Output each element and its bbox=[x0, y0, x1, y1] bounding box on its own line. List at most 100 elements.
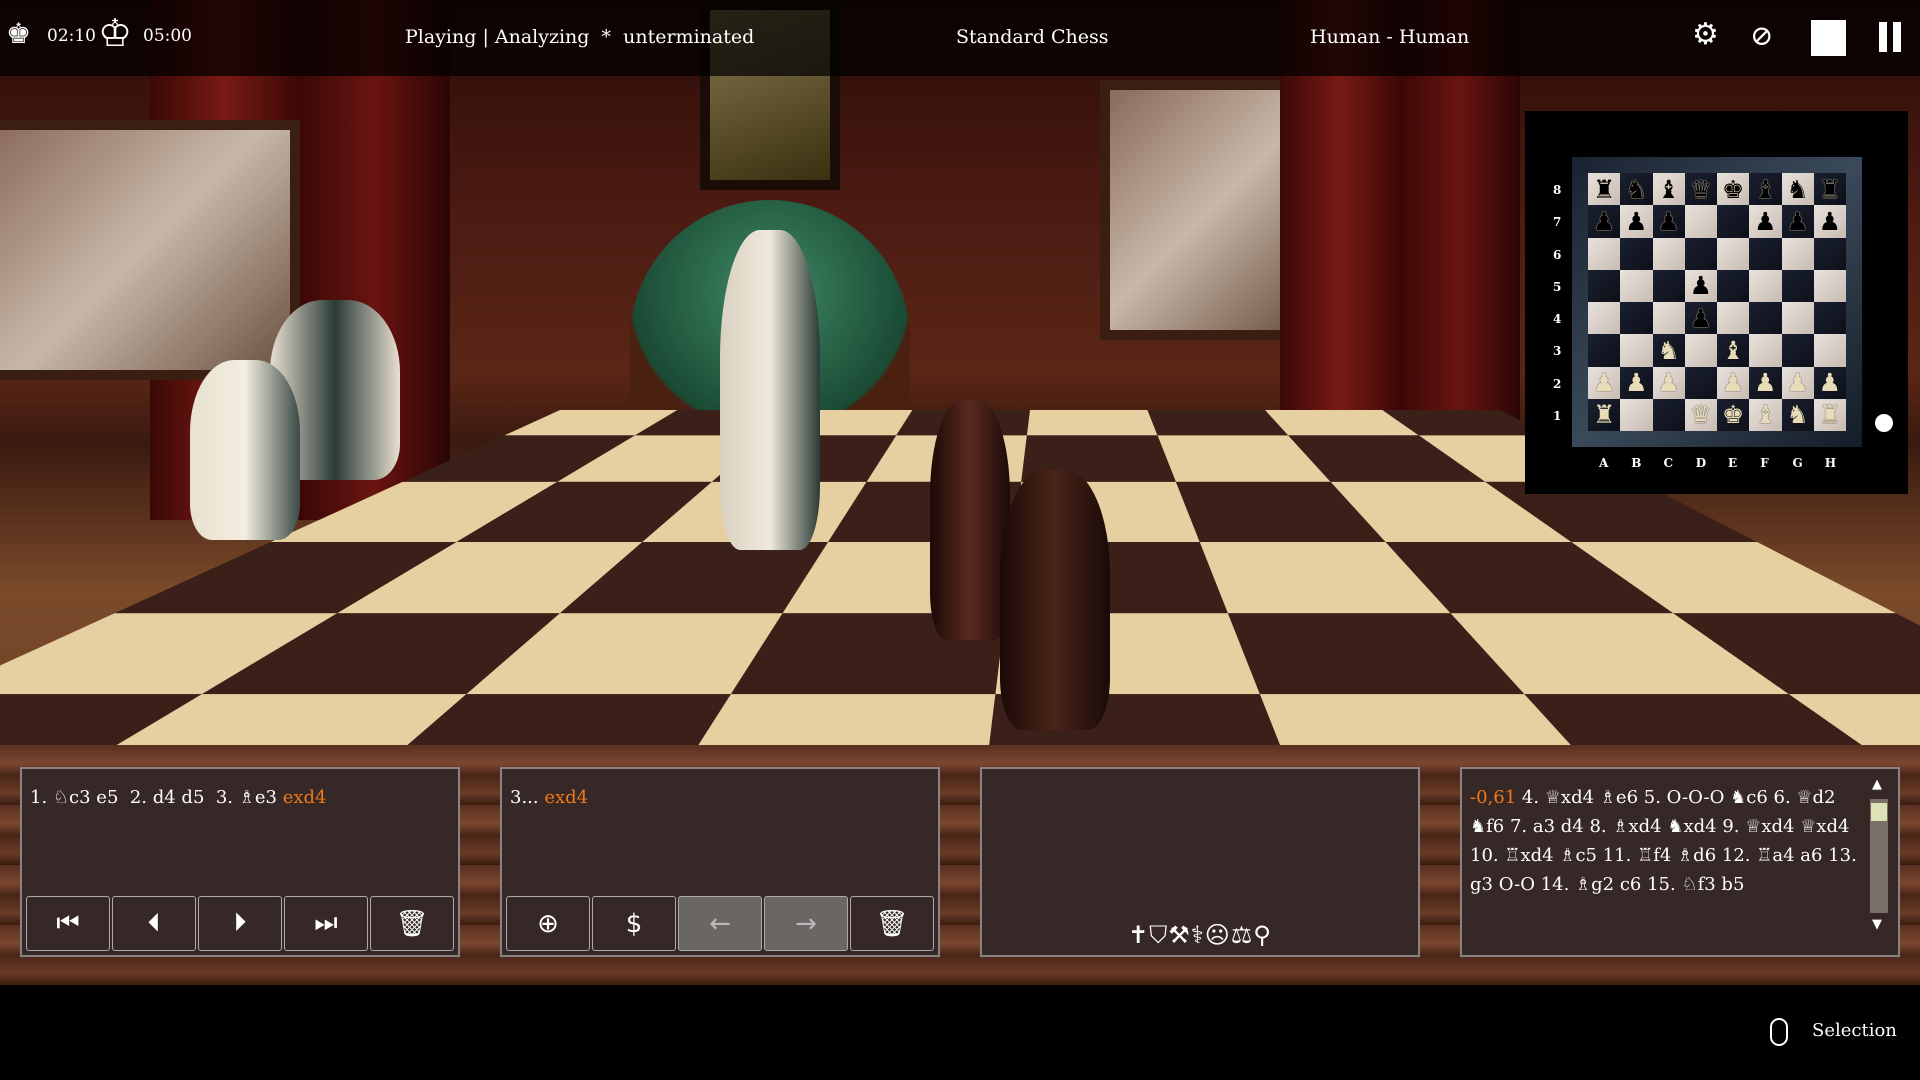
white-pawn-icon[interactable]: ♟ bbox=[1754, 370, 1776, 395]
square-e4[interactable] bbox=[1717, 302, 1750, 335]
square-e7[interactable] bbox=[1717, 205, 1750, 238]
square-d7[interactable] bbox=[1684, 205, 1717, 238]
white-rook-icon[interactable]: ♜ bbox=[1819, 402, 1841, 427]
black-pawn-icon[interactable]: ♟ bbox=[1786, 209, 1808, 234]
hide-view-icon[interactable]: ⊘ bbox=[1750, 22, 1773, 50]
white-pawn-3d[interactable] bbox=[190, 360, 300, 540]
scroll-down-icon[interactable]: ▼ bbox=[1872, 917, 1882, 932]
comment-forward-button[interactable]: → bbox=[764, 896, 848, 951]
square-d5[interactable]: ♟ bbox=[1684, 269, 1717, 302]
minimap-board[interactable]: ♜ ♞ ♝ ♛ ♚ ♝ ♞ ♜ ♟ ♟ ♟ ♟ ♟ ♟ ♟ ♟ ♞ ♝ ♟ ♟ ♟ ♟ ♟ ♟ ♟ ♜ ♛ ♚ ♝ ♞ ♜ bbox=[1588, 173, 1846, 431]
analysis-line[interactable]: -0,61 4. ♕xd4 ♗e6 5. O-O-O ♞c6 6. ♕d2 ♞f… bbox=[1470, 783, 1858, 899]
square-f5[interactable] bbox=[1749, 269, 1782, 302]
gear-icon[interactable]: ⚙ bbox=[1692, 20, 1719, 50]
white-king-icon[interactable]: ♚ bbox=[1722, 402, 1744, 427]
square-d8[interactable]: ♛ bbox=[1684, 173, 1717, 206]
square-a2[interactable]: ♟ bbox=[1588, 366, 1621, 399]
square-c1[interactable] bbox=[1652, 398, 1685, 431]
square-c6[interactable] bbox=[1652, 237, 1685, 270]
square-f7[interactable]: ♟ bbox=[1749, 205, 1782, 238]
square-b6[interactable] bbox=[1620, 237, 1653, 270]
white-pawn-icon[interactable]: ♟ bbox=[1593, 370, 1615, 395]
black-pawn-icon[interactable]: ♟ bbox=[1819, 209, 1841, 234]
white-pawn-icon[interactable]: ♟ bbox=[1786, 370, 1808, 395]
square-e5[interactable] bbox=[1717, 269, 1750, 302]
white-square-icon[interactable] bbox=[1811, 20, 1846, 56]
black-pawn-icon[interactable]: ♟ bbox=[1593, 209, 1615, 234]
comment-text[interactable]: 3... exd4 bbox=[510, 783, 898, 812]
black-rook-icon[interactable]: ♜ bbox=[1819, 177, 1841, 202]
square-a3[interactable] bbox=[1588, 334, 1621, 367]
board-square[interactable] bbox=[1026, 410, 1158, 436]
black-knight-icon[interactable]: ♞ bbox=[1786, 177, 1808, 202]
black-bishop-icon[interactable]: ♝ bbox=[1657, 177, 1679, 202]
square-a7[interactable]: ♟ bbox=[1588, 205, 1621, 238]
white-rook-icon[interactable]: ♜ bbox=[1593, 402, 1615, 427]
first-move-button[interactable]: ⏮ bbox=[26, 896, 110, 951]
square-f1[interactable]: ♝ bbox=[1749, 398, 1782, 431]
square-b4[interactable] bbox=[1620, 302, 1653, 335]
square-c4[interactable] bbox=[1652, 302, 1685, 335]
delete-moves-button[interactable]: 🗑 bbox=[370, 896, 454, 951]
black-pawn-icon[interactable]: ♟ bbox=[1690, 306, 1712, 331]
square-e2[interactable]: ♟ bbox=[1717, 366, 1750, 399]
black-pawn-icon[interactable]: ♟ bbox=[1657, 209, 1679, 234]
comment-back-button[interactable]: ← bbox=[678, 896, 762, 951]
white-bishop-icon[interactable]: ♝ bbox=[1722, 338, 1744, 363]
white-bishop-icon[interactable]: ♝ bbox=[1754, 402, 1776, 427]
square-g7[interactable]: ♟ bbox=[1781, 205, 1814, 238]
previous-move-button[interactable]: ⏴ bbox=[112, 896, 196, 951]
move-text[interactable]: 1. ♘c3 e5 2. d4 d5 3. ♗e3 bbox=[30, 787, 283, 808]
square-d4[interactable]: ♟ bbox=[1684, 302, 1717, 335]
square-a5[interactable] bbox=[1588, 269, 1621, 302]
tool-icons[interactable]: ✝⛉⚒⚕☹⚖⚲ bbox=[982, 921, 1418, 949]
square-h8[interactable]: ♜ bbox=[1813, 173, 1846, 206]
add-comment-button[interactable]: ⊕ bbox=[506, 896, 590, 951]
square-c7[interactable]: ♟ bbox=[1652, 205, 1685, 238]
square-g3[interactable] bbox=[1781, 334, 1814, 367]
square-g6[interactable] bbox=[1781, 237, 1814, 270]
square-h5[interactable] bbox=[1813, 269, 1846, 302]
black-pawn-3d[interactable] bbox=[930, 400, 1010, 640]
square-c3[interactable]: ♞ bbox=[1652, 334, 1685, 367]
current-move[interactable]: exd4 bbox=[283, 787, 327, 808]
black-bishop-icon[interactable]: ♝ bbox=[1754, 177, 1776, 202]
minimap[interactable]: ♜ ♞ ♝ ♛ ♚ ♝ ♞ ♜ ♟ ♟ ♟ ♟ ♟ ♟ ♟ ♟ ♞ ♝ ♟ ♟ ♟ ♟ ♟ ♟ ♟ ♜ ♛ ♚ ♝ ♞ ♜ 8 7 6 5 4 3 2 1… bbox=[1525, 111, 1908, 494]
square-f8[interactable]: ♝ bbox=[1749, 173, 1782, 206]
black-pawn-icon[interactable]: ♟ bbox=[1754, 209, 1776, 234]
square-f4[interactable] bbox=[1749, 302, 1782, 335]
black-pawn-icon[interactable]: ♟ bbox=[1625, 209, 1647, 234]
last-move-button[interactable]: ⏭ bbox=[284, 896, 368, 951]
square-g8[interactable]: ♞ bbox=[1781, 173, 1814, 206]
square-c5[interactable] bbox=[1652, 269, 1685, 302]
white-knight-icon[interactable]: ♞ bbox=[1786, 402, 1808, 427]
square-g5[interactable] bbox=[1781, 269, 1814, 302]
scrollbar[interactable]: ▲ ▼ bbox=[1868, 777, 1890, 947]
delete-comment-button[interactable]: 🗑 bbox=[850, 896, 934, 951]
black-pawn-3d[interactable] bbox=[1000, 470, 1110, 730]
annotation-button[interactable]: $ bbox=[592, 896, 676, 951]
square-f3[interactable] bbox=[1749, 334, 1782, 367]
square-d3[interactable] bbox=[1684, 334, 1717, 367]
square-g1[interactable]: ♞ bbox=[1781, 398, 1814, 431]
square-c2[interactable]: ♟ bbox=[1652, 366, 1685, 399]
move-list[interactable]: 1. ♘c3 e5 2. d4 d5 3. ♗e3 exd4 bbox=[30, 783, 418, 812]
board-square[interactable] bbox=[1147, 410, 1289, 436]
scroll-thumb[interactable] bbox=[1871, 803, 1887, 821]
square-g4[interactable] bbox=[1781, 302, 1814, 335]
square-f6[interactable] bbox=[1749, 237, 1782, 270]
square-a8[interactable]: ♜ bbox=[1588, 173, 1621, 206]
square-h7[interactable]: ♟ bbox=[1813, 205, 1846, 238]
pause-icon[interactable] bbox=[1879, 22, 1887, 52]
square-h2[interactable]: ♟ bbox=[1813, 366, 1846, 399]
square-h4[interactable] bbox=[1813, 302, 1846, 335]
square-b1[interactable] bbox=[1620, 398, 1653, 431]
square-g2[interactable]: ♟ bbox=[1781, 366, 1814, 399]
square-h3[interactable] bbox=[1813, 334, 1846, 367]
black-knight-icon[interactable]: ♞ bbox=[1625, 177, 1647, 202]
white-pawn-icon[interactable]: ♟ bbox=[1819, 370, 1841, 395]
square-c8[interactable]: ♝ bbox=[1652, 173, 1685, 206]
white-pawn-icon[interactable]: ♟ bbox=[1657, 370, 1679, 395]
square-b5[interactable] bbox=[1620, 269, 1653, 302]
square-h6[interactable] bbox=[1813, 237, 1846, 270]
